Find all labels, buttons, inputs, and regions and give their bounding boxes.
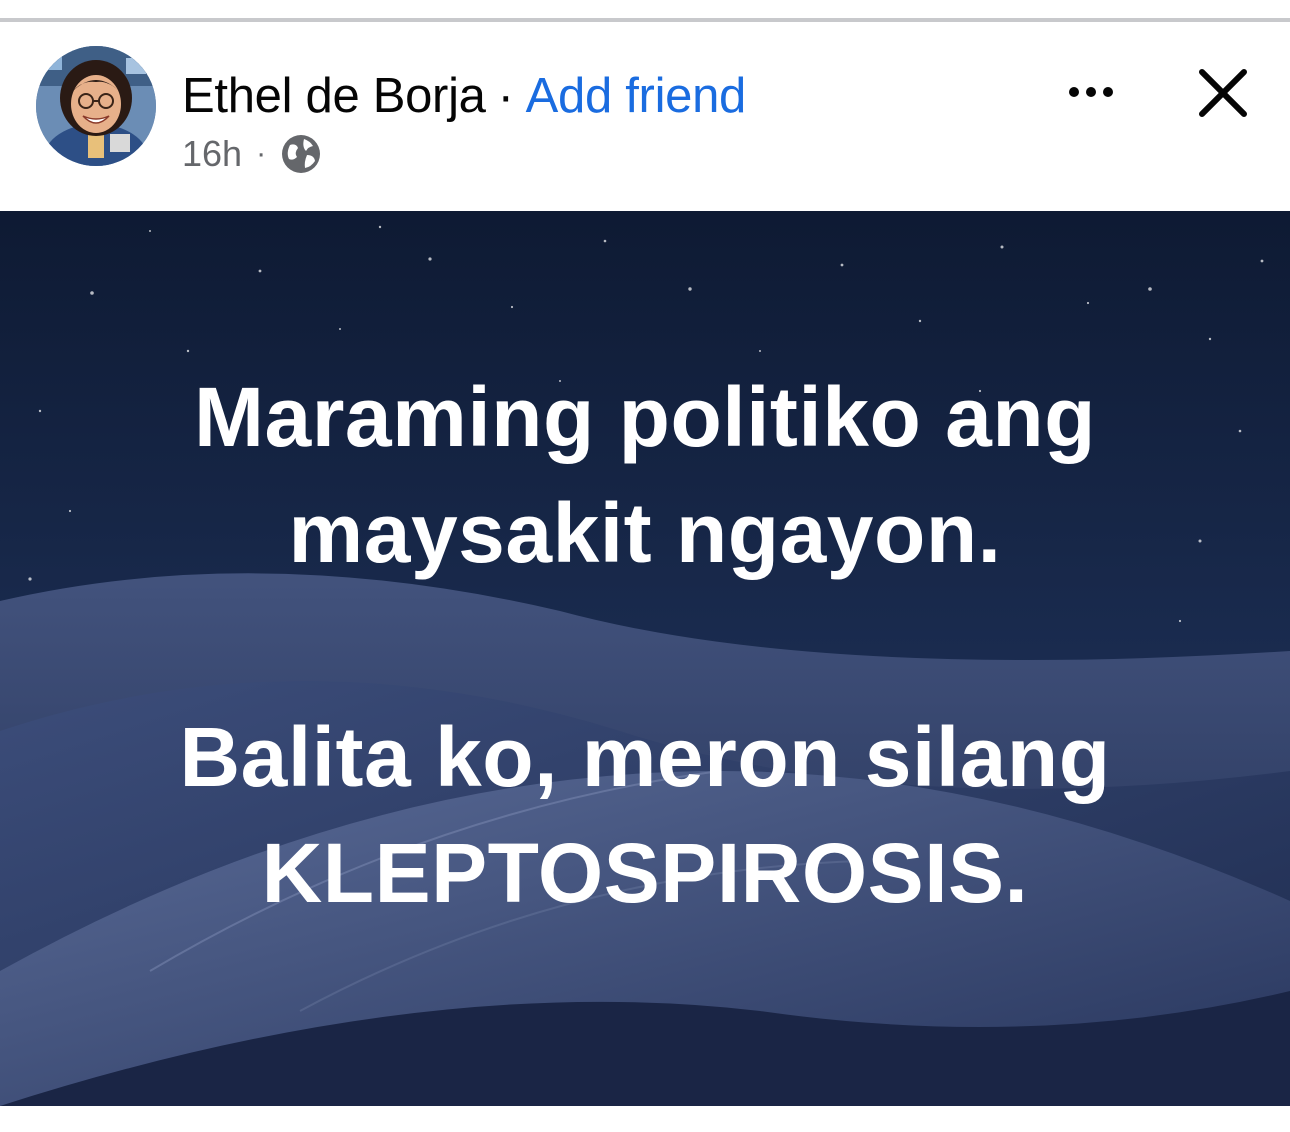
author-line: Ethel de Borja · Add friend [182,66,746,126]
close-icon [1199,69,1247,117]
post-timestamp[interactable]: 16h [182,133,242,175]
night-desert-background [0,211,1290,1106]
meta-separator: · [256,137,267,170]
more-options-icon [1069,87,1113,97]
post-meta: 16h · [182,130,322,178]
more-options-button[interactable] [1062,70,1124,114]
add-friend-link[interactable]: Add friend [526,68,747,124]
globe-icon[interactable] [280,133,322,175]
caption-line-2: maysakit ngayon. [288,486,1002,580]
avatar-illustration [36,46,156,166]
bottom-strip [0,1106,1290,1132]
post-image[interactable]: Maraming politiko ang maysakit ngayon. B… [0,211,1290,1106]
caption-line-4: KLEPTOSPIROSIS. [261,826,1029,920]
author-separator: · [497,69,514,123]
author-name[interactable]: Ethel de Borja [182,68,486,124]
caption-line-3: Balita ko, meron silang [179,710,1111,804]
caption-line-1: Maraming politiko ang [194,370,1096,464]
author-avatar[interactable] [36,46,156,166]
close-button[interactable] [1194,64,1252,122]
